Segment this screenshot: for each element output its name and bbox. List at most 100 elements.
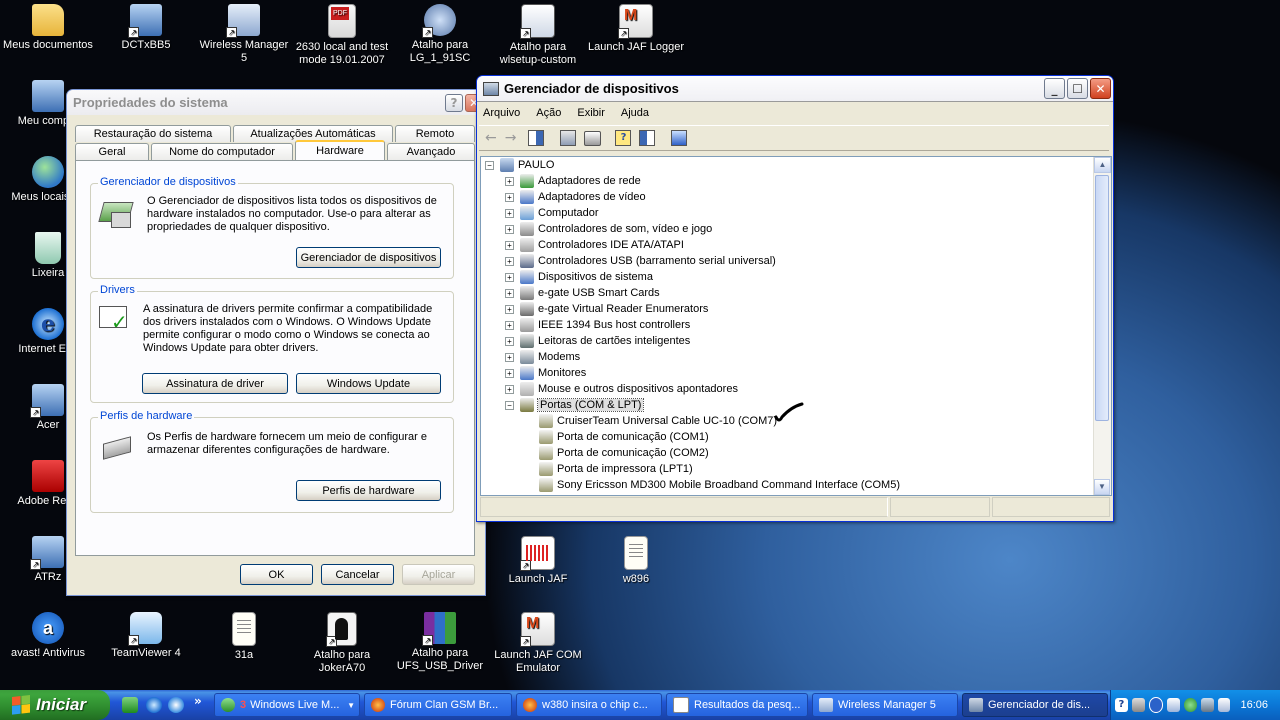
tree-category[interactable]: + Leitoras de cartões inteligentes	[505, 333, 690, 349]
tree-category[interactable]: + Mouse e outros dispositivos apontadores	[505, 381, 738, 397]
desktop-icon-w896[interactable]: w896	[588, 536, 684, 586]
start-button[interactable]: Iniciar	[0, 690, 110, 720]
connection-tray-icon[interactable]	[1131, 698, 1145, 712]
help-button[interactable]: ?	[445, 93, 463, 112]
expand-icon[interactable]: +	[505, 352, 514, 362]
desktop-icon-lg-shortcut[interactable]: ↗ Atalho para LG_1_91SC	[392, 4, 488, 65]
expand-icon[interactable]: +	[505, 304, 514, 314]
help-tray-icon[interactable]: ?	[1115, 698, 1128, 712]
tab-advanced[interactable]: Avançado	[387, 143, 475, 160]
expand-icon[interactable]: +	[505, 336, 514, 346]
expand-icon[interactable]: +	[505, 176, 514, 186]
tree-category[interactable]: + Adaptadores de vídeo	[505, 189, 646, 205]
app-tray-icon[interactable]	[1167, 698, 1181, 712]
tree-port-item[interactable]: Porta de impressora (LPT1)	[539, 461, 693, 477]
desktop-icon-wlsetup[interactable]: ↗ Atalho para wlsetup-custom	[490, 4, 586, 67]
maximize-button[interactable]: ☐	[1067, 78, 1088, 99]
apply-button[interactable]: Aplicar	[402, 564, 475, 585]
ok-button[interactable]: OK	[240, 564, 313, 585]
vertical-scrollbar[interactable]: ▲ ▼	[1093, 157, 1111, 495]
quicklaunch-more-icon[interactable]: »	[194, 694, 202, 708]
windows-update-button[interactable]: Windows Update	[296, 373, 441, 394]
properties-icon[interactable]	[560, 130, 577, 146]
task-w380[interactable]: w380 insira o chip c...	[516, 693, 662, 717]
chevron-left-icon[interactable]	[1148, 697, 1164, 713]
tree-category[interactable]: + Computador	[505, 205, 599, 221]
tree-category[interactable]: + Adaptadores de rede	[505, 173, 641, 189]
desktop-icon-wireless-manager[interactable]: ↗ Wireless Manager 5	[196, 4, 292, 65]
task-windows-live[interactable]: 3 Windows Live M... ▼	[214, 693, 360, 717]
desktop-icon-avast[interactable]: a avast! Antivirus	[0, 612, 96, 660]
console-tree-icon[interactable]	[639, 130, 656, 146]
expand-icon[interactable]: +	[505, 224, 514, 234]
expand-icon[interactable]: +	[505, 288, 514, 298]
tree-category[interactable]: + Modems	[505, 349, 580, 365]
tree-root[interactable]: − PAULO	[485, 157, 554, 173]
scroll-up-arrow-icon[interactable]: ▲	[1094, 157, 1111, 173]
desktop-icon-31a[interactable]: 31a	[196, 612, 292, 662]
expand-icon[interactable]: +	[505, 320, 514, 330]
expand-icon[interactable]: +	[505, 240, 514, 250]
driver-signing-button[interactable]: Assinatura de driver	[142, 373, 288, 394]
scroll-down-arrow-icon[interactable]: ▼	[1094, 479, 1110, 495]
tree-category[interactable]: + Controladores USB (barramento serial un…	[505, 253, 776, 269]
menu-action[interactable]: Ação	[536, 107, 561, 119]
task-forum-clan-gsm[interactable]: Fórum Clan GSM Br...	[364, 693, 512, 717]
messenger-tray-icon[interactable]	[1184, 698, 1197, 712]
tree-category[interactable]: + Controladores de som, vídeo e jogo	[505, 221, 712, 237]
expand-icon[interactable]: +	[505, 272, 514, 282]
collapse-icon[interactable]: −	[485, 160, 494, 170]
forward-arrow-icon[interactable]: →	[505, 130, 517, 146]
menu-view[interactable]: Exibir	[577, 107, 605, 119]
desktop-icon-ufs-usb-driver[interactable]: ↗ Atalho para UFS_USB_Driver	[392, 612, 488, 673]
device-manager-button[interactable]: Gerenciador de dispositivos	[296, 247, 441, 268]
volume-tray-icon[interactable]	[1217, 698, 1231, 712]
collapse-icon[interactable]: −	[505, 400, 514, 410]
tree-category[interactable]: + Controladores IDE ATA/ATAPI	[505, 237, 684, 253]
expand-icon[interactable]: +	[505, 256, 514, 266]
tab-hardware[interactable]: Hardware	[295, 140, 385, 160]
tree-category[interactable]: + e-gate USB Smart Cards	[505, 285, 660, 301]
close-button[interactable]: ✕	[1090, 78, 1111, 99]
desktop-icon-jokera70[interactable]: ↗ Atalho para JokerA70	[294, 612, 390, 675]
tab-system-restore[interactable]: Restauração do sistema	[75, 125, 231, 142]
tree-port-item[interactable]: Porta de comunicação (COM2)	[539, 445, 709, 461]
tree-port-item[interactable]: CruiserTeam Universal Cable UC-10 (COM7)	[539, 413, 777, 429]
network-tray-icon[interactable]	[1200, 698, 1214, 712]
expand-icon[interactable]: +	[505, 192, 514, 202]
tab-computer-name[interactable]: Nome do computador	[151, 143, 293, 160]
task-device-manager[interactable]: Gerenciador de dis...	[962, 693, 1108, 717]
back-arrow-icon[interactable]: ←	[485, 130, 497, 146]
desktop-icon-my-documents[interactable]: Meus documentos	[0, 4, 96, 52]
expand-icon[interactable]: +	[505, 368, 514, 378]
tree-category[interactable]: − Portas (COM & LPT)	[505, 397, 645, 413]
help-icon[interactable]: ?	[615, 130, 632, 146]
tree-category[interactable]: + Dispositivos de sistema	[505, 269, 653, 285]
tree-category[interactable]: + e-gate Virtual Reader Enumerators	[505, 301, 708, 317]
tree-port-item[interactable]: Porta de comunicação (COM1)	[539, 429, 709, 445]
task-wireless-manager[interactable]: Wireless Manager 5	[812, 693, 958, 717]
quicklaunch-app-icon[interactable]	[122, 697, 138, 713]
system-properties-titlebar[interactable]: Propriedades do sistema ? ✕	[67, 90, 485, 115]
scroll-thumb[interactable]	[1095, 175, 1109, 421]
minimize-button[interactable]: _	[1044, 78, 1065, 99]
tree-port-item[interactable]: Sony Ericsson MD300 Mobile Broadband Com…	[539, 477, 900, 493]
clock[interactable]: 16:06	[1240, 699, 1268, 711]
hardware-profiles-button[interactable]: Perfis de hardware	[296, 480, 441, 501]
tree-category[interactable]: + IEEE 1394 Bus host controllers	[505, 317, 690, 333]
desktop-icon-teamviewer[interactable]: ↗ TeamViewer 4	[98, 612, 194, 660]
expand-icon[interactable]: +	[505, 384, 514, 394]
cancel-button[interactable]: Cancelar	[321, 564, 394, 585]
desktop-icon-launch-jaf[interactable]: ↗ Launch JAF	[490, 536, 586, 586]
task-search-results[interactable]: Resultados da pesq...	[666, 693, 808, 717]
device-manager-titlebar[interactable]: Gerenciador de dispositivos _ ☐ ✕	[477, 76, 1113, 102]
menu-file[interactable]: Arquivo	[483, 107, 520, 119]
desktop-icon-jaf-logger[interactable]: ↗ Launch JAF Logger	[588, 4, 684, 54]
desktop-icon-2630-pdf[interactable]: 2630 local and test mode 19.01.2007	[294, 4, 390, 67]
quicklaunch-ie-icon[interactable]	[146, 697, 162, 713]
tree-category[interactable]: + Monitores	[505, 365, 586, 381]
tab-remote[interactable]: Remoto	[395, 125, 475, 142]
expand-icon[interactable]: +	[505, 208, 514, 218]
quicklaunch-browser-icon[interactable]	[168, 697, 184, 713]
show-hide-tree-icon[interactable]	[528, 130, 545, 146]
